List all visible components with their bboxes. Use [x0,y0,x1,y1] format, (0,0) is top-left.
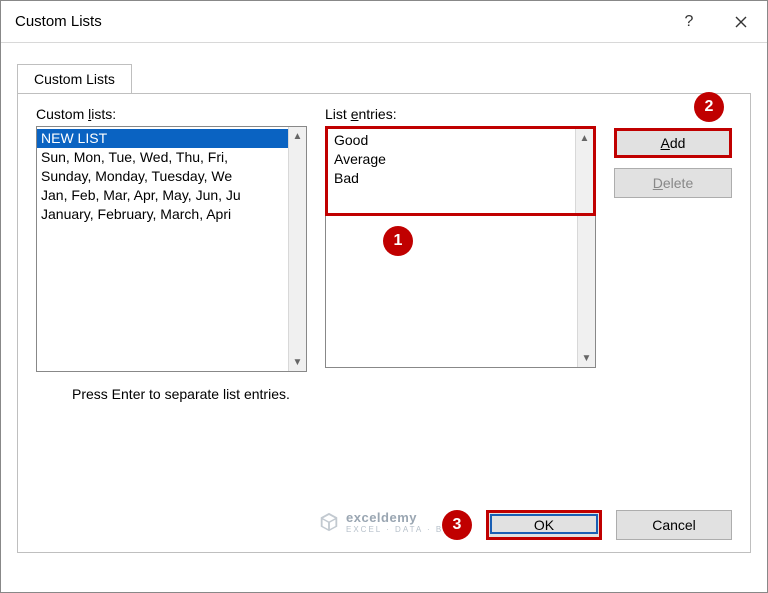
scrollbar[interactable]: ▼ [577,216,595,367]
tab-panel: Custom lists: NEW LIST Sun, Mon, Tue, We… [17,93,751,553]
ok-button[interactable]: OK [486,510,602,540]
hint-text: Press Enter to separate list entries. [36,386,732,402]
entry-line: Bad [334,169,569,188]
scroll-track[interactable] [576,147,593,213]
help-button[interactable]: ? [663,1,715,43]
entry-line: Average [334,150,569,169]
watermark-brand: exceldemy [346,510,447,525]
custom-lists-content: NEW LIST Sun, Mon, Tue, Wed, Thu, Fri, S… [37,127,288,371]
list-item[interactable]: Sunday, Monday, Tuesday, We [37,167,288,186]
list-entries-input[interactable]: Good Average Bad ▲ [325,126,596,216]
callout-badge-2: 2 [694,92,724,122]
tab-row: Custom Lists [1,43,767,93]
scroll-track[interactable] [578,216,595,349]
list-entries-column: List entries: Good Average Bad ▲ [325,106,596,372]
scrollbar[interactable]: ▲ ▼ [288,127,306,371]
dialog-title: Custom Lists [15,13,663,30]
close-button[interactable] [715,1,767,43]
titlebar: Custom Lists ? [1,1,767,43]
scroll-up-icon[interactable]: ▲ [576,129,593,147]
add-button[interactable]: Add [614,128,732,158]
watermark: exceldemy EXCEL · DATA · BI [318,510,447,534]
dialog-footer: 3 OK Cancel [442,510,732,540]
cube-icon [318,511,340,533]
tab-custom-lists[interactable]: Custom Lists [17,64,132,94]
scroll-down-icon[interactable]: ▼ [578,349,595,367]
close-icon [735,16,747,28]
cancel-button[interactable]: Cancel [616,510,732,540]
list-item[interactable]: January, February, March, Apri [37,205,288,224]
list-item[interactable]: Sun, Mon, Tue, Wed, Thu, Fri, [37,148,288,167]
delete-button[interactable]: Delete [614,168,732,198]
scroll-up-icon[interactable]: ▲ [289,127,306,145]
callout-badge-3: 3 [442,510,472,540]
entry-line: Good [334,131,569,150]
custom-lists-box[interactable]: NEW LIST Sun, Mon, Tue, Wed, Thu, Fri, S… [36,126,307,372]
custom-lists-column: Custom lists: NEW LIST Sun, Mon, Tue, We… [36,106,307,372]
custom-lists-label: Custom lists: [36,106,307,122]
list-entries-label: List entries: [325,106,596,122]
list-entries-content: Good Average Bad [328,129,575,213]
list-entries-wrap: Good Average Bad ▲ ▼ [325,126,596,368]
buttons-column: Add Delete 2 [614,106,732,372]
scroll-down-icon[interactable]: ▼ [289,353,306,371]
watermark-sub: EXCEL · DATA · BI [346,525,447,534]
list-item[interactable]: Jan, Feb, Mar, Apr, May, Jun, Ju [37,186,288,205]
custom-lists-dialog: Custom Lists ? Custom Lists Custom lists… [0,0,768,593]
list-entries-input-lower[interactable]: ▼ [325,216,596,368]
callout-badge-1: 1 [383,226,413,256]
list-item[interactable]: NEW LIST [37,129,288,148]
scrollbar[interactable]: ▲ [575,129,593,213]
scroll-track[interactable] [289,145,306,353]
